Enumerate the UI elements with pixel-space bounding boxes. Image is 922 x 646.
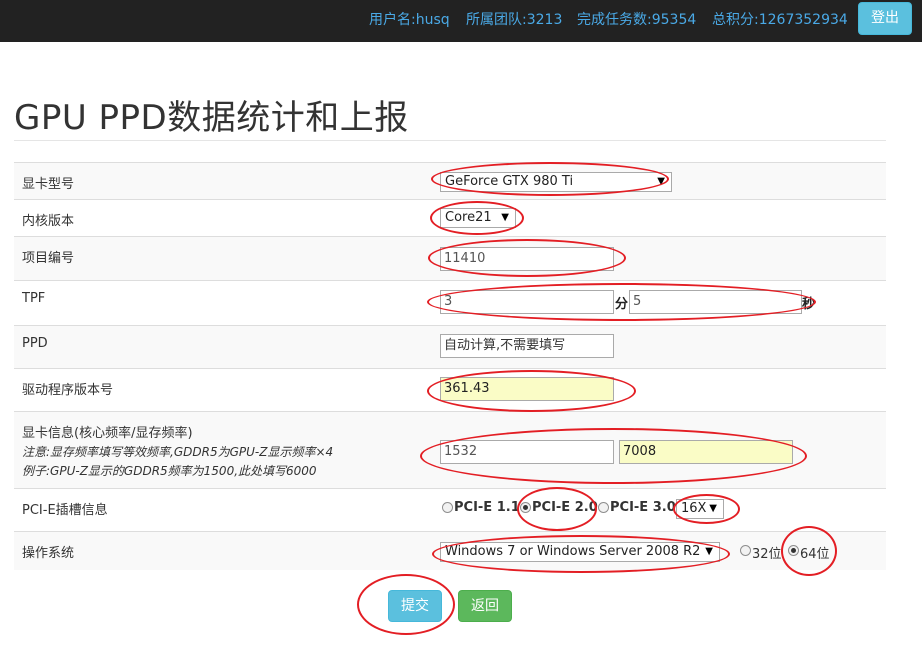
os-select[interactable]: Windows 7 or Windows Server 2008 R2 ▼ xyxy=(440,542,720,562)
dropdown-arrow-icon: ▼ xyxy=(709,503,717,514)
driver-version-input[interactable]: 361.43 xyxy=(440,377,614,401)
nav-team[interactable]: 所属团队:3213 xyxy=(466,9,562,29)
project-id-label: 项目编号 xyxy=(22,251,75,266)
nav-completed-tasks[interactable]: 完成任务数:95354 xyxy=(577,9,696,29)
os-label: 操作系统 xyxy=(22,546,75,561)
top-navbar: 用户名:husq 所属团队:3213 完成任务数:95354 总积分:12673… xyxy=(0,0,922,42)
pcie-3-0-radio[interactable] xyxy=(598,502,609,513)
driver-version-label: 驱动程序版本号 xyxy=(22,383,114,398)
dropdown-arrow-icon: ▼ xyxy=(657,176,665,187)
pcie-2-0-radio[interactable] xyxy=(520,502,531,513)
gpu-info-label: 显卡信息(核心频率/显存频率) xyxy=(22,426,193,441)
core-version-value: Core21 xyxy=(445,210,492,225)
memory-clock-input[interactable]: 7008 xyxy=(619,440,793,464)
core-version-label: 内核版本 xyxy=(22,214,75,229)
row-gpu-info: 显卡信息(核心频率/显存频率) 注意:显存频率填写等效频率,GDDR5为GPU-… xyxy=(14,411,886,488)
core-clock-input[interactable]: 1532 xyxy=(440,440,614,464)
row-ppd: PPD 自动计算,不需要填写 xyxy=(14,325,886,368)
title-divider xyxy=(14,140,886,141)
pcie-label: PCI-E插槽信息 xyxy=(22,503,108,518)
ppd-readonly-input: 自动计算,不需要填写 xyxy=(440,334,614,358)
pcie-lanes-select[interactable]: 16X ▼ xyxy=(676,499,724,519)
os-value: Windows 7 or Windows Server 2008 R2 xyxy=(445,544,701,559)
os-64bit-label: 64位 xyxy=(800,547,830,562)
os-32bit-label: 32位 xyxy=(752,547,782,562)
row-os: 操作系统 Windows 7 or Windows Server 2008 R2… xyxy=(14,531,886,570)
back-button[interactable]: 返回 xyxy=(458,590,512,622)
tpf-minutes-input[interactable]: 3 xyxy=(440,290,614,314)
gpu-model-select[interactable]: GeForce GTX 980 Ti ▼ xyxy=(440,172,672,192)
pcie-3-0-label: PCI-E 3.0 xyxy=(610,500,676,515)
row-driver-version: 驱动程序版本号 361.43 xyxy=(14,368,886,411)
gpu-info-example: 例子:GPU-Z显示的GDDR5频率为1500,此处填写6000 xyxy=(22,464,317,478)
os-32bit-radio[interactable] xyxy=(740,545,751,556)
nav-username[interactable]: 用户名:husq xyxy=(369,9,450,29)
pcie-1-1-radio[interactable] xyxy=(442,502,453,513)
os-64bit-radio[interactable] xyxy=(788,545,799,556)
gpu-info-note: 注意:显存频率填写等效频率,GDDR5为GPU-Z显示频率×4 xyxy=(22,445,334,459)
tpf-seconds-input[interactable]: 5 xyxy=(629,290,802,314)
dropdown-arrow-icon: ▼ xyxy=(501,212,509,223)
page-title: GPU PPD数据统计和上报 xyxy=(14,98,409,138)
row-project-id: 项目编号 11410 xyxy=(14,236,886,280)
row-core-version: 内核版本 Core21 ▼ xyxy=(14,199,886,236)
row-pcie: PCI-E插槽信息 PCI-E 1.1 PCI-E 2.0 PCI-E 3.0 … xyxy=(14,488,886,531)
tpf-seconds-unit: 秒 xyxy=(802,297,816,312)
row-tpf: TPF 3 分 5 秒 xyxy=(14,280,886,325)
core-version-select[interactable]: Core21 ▼ xyxy=(440,208,516,228)
logout-button[interactable]: 登出 xyxy=(858,2,912,35)
ppd-label: PPD xyxy=(22,336,48,351)
pcie-lanes-value: 16X xyxy=(681,501,707,516)
dropdown-arrow-icon: ▼ xyxy=(705,546,713,557)
submit-button[interactable]: 提交 xyxy=(388,590,442,622)
nav-total-score[interactable]: 总积分:1267352934 xyxy=(712,9,848,29)
gpu-model-value: GeForce GTX 980 Ti xyxy=(445,174,574,189)
tpf-label: TPF xyxy=(22,291,46,306)
gpu-model-label: 显卡型号 xyxy=(22,177,75,192)
row-gpu-model: 显卡型号 GeForce GTX 980 Ti ▼ xyxy=(14,162,886,199)
project-id-input[interactable]: 11410 xyxy=(440,247,614,271)
pcie-2-0-label: PCI-E 2.0 xyxy=(532,500,598,515)
pcie-1-1-label: PCI-E 1.1 xyxy=(454,500,520,515)
tpf-minutes-unit: 分 xyxy=(615,297,629,312)
